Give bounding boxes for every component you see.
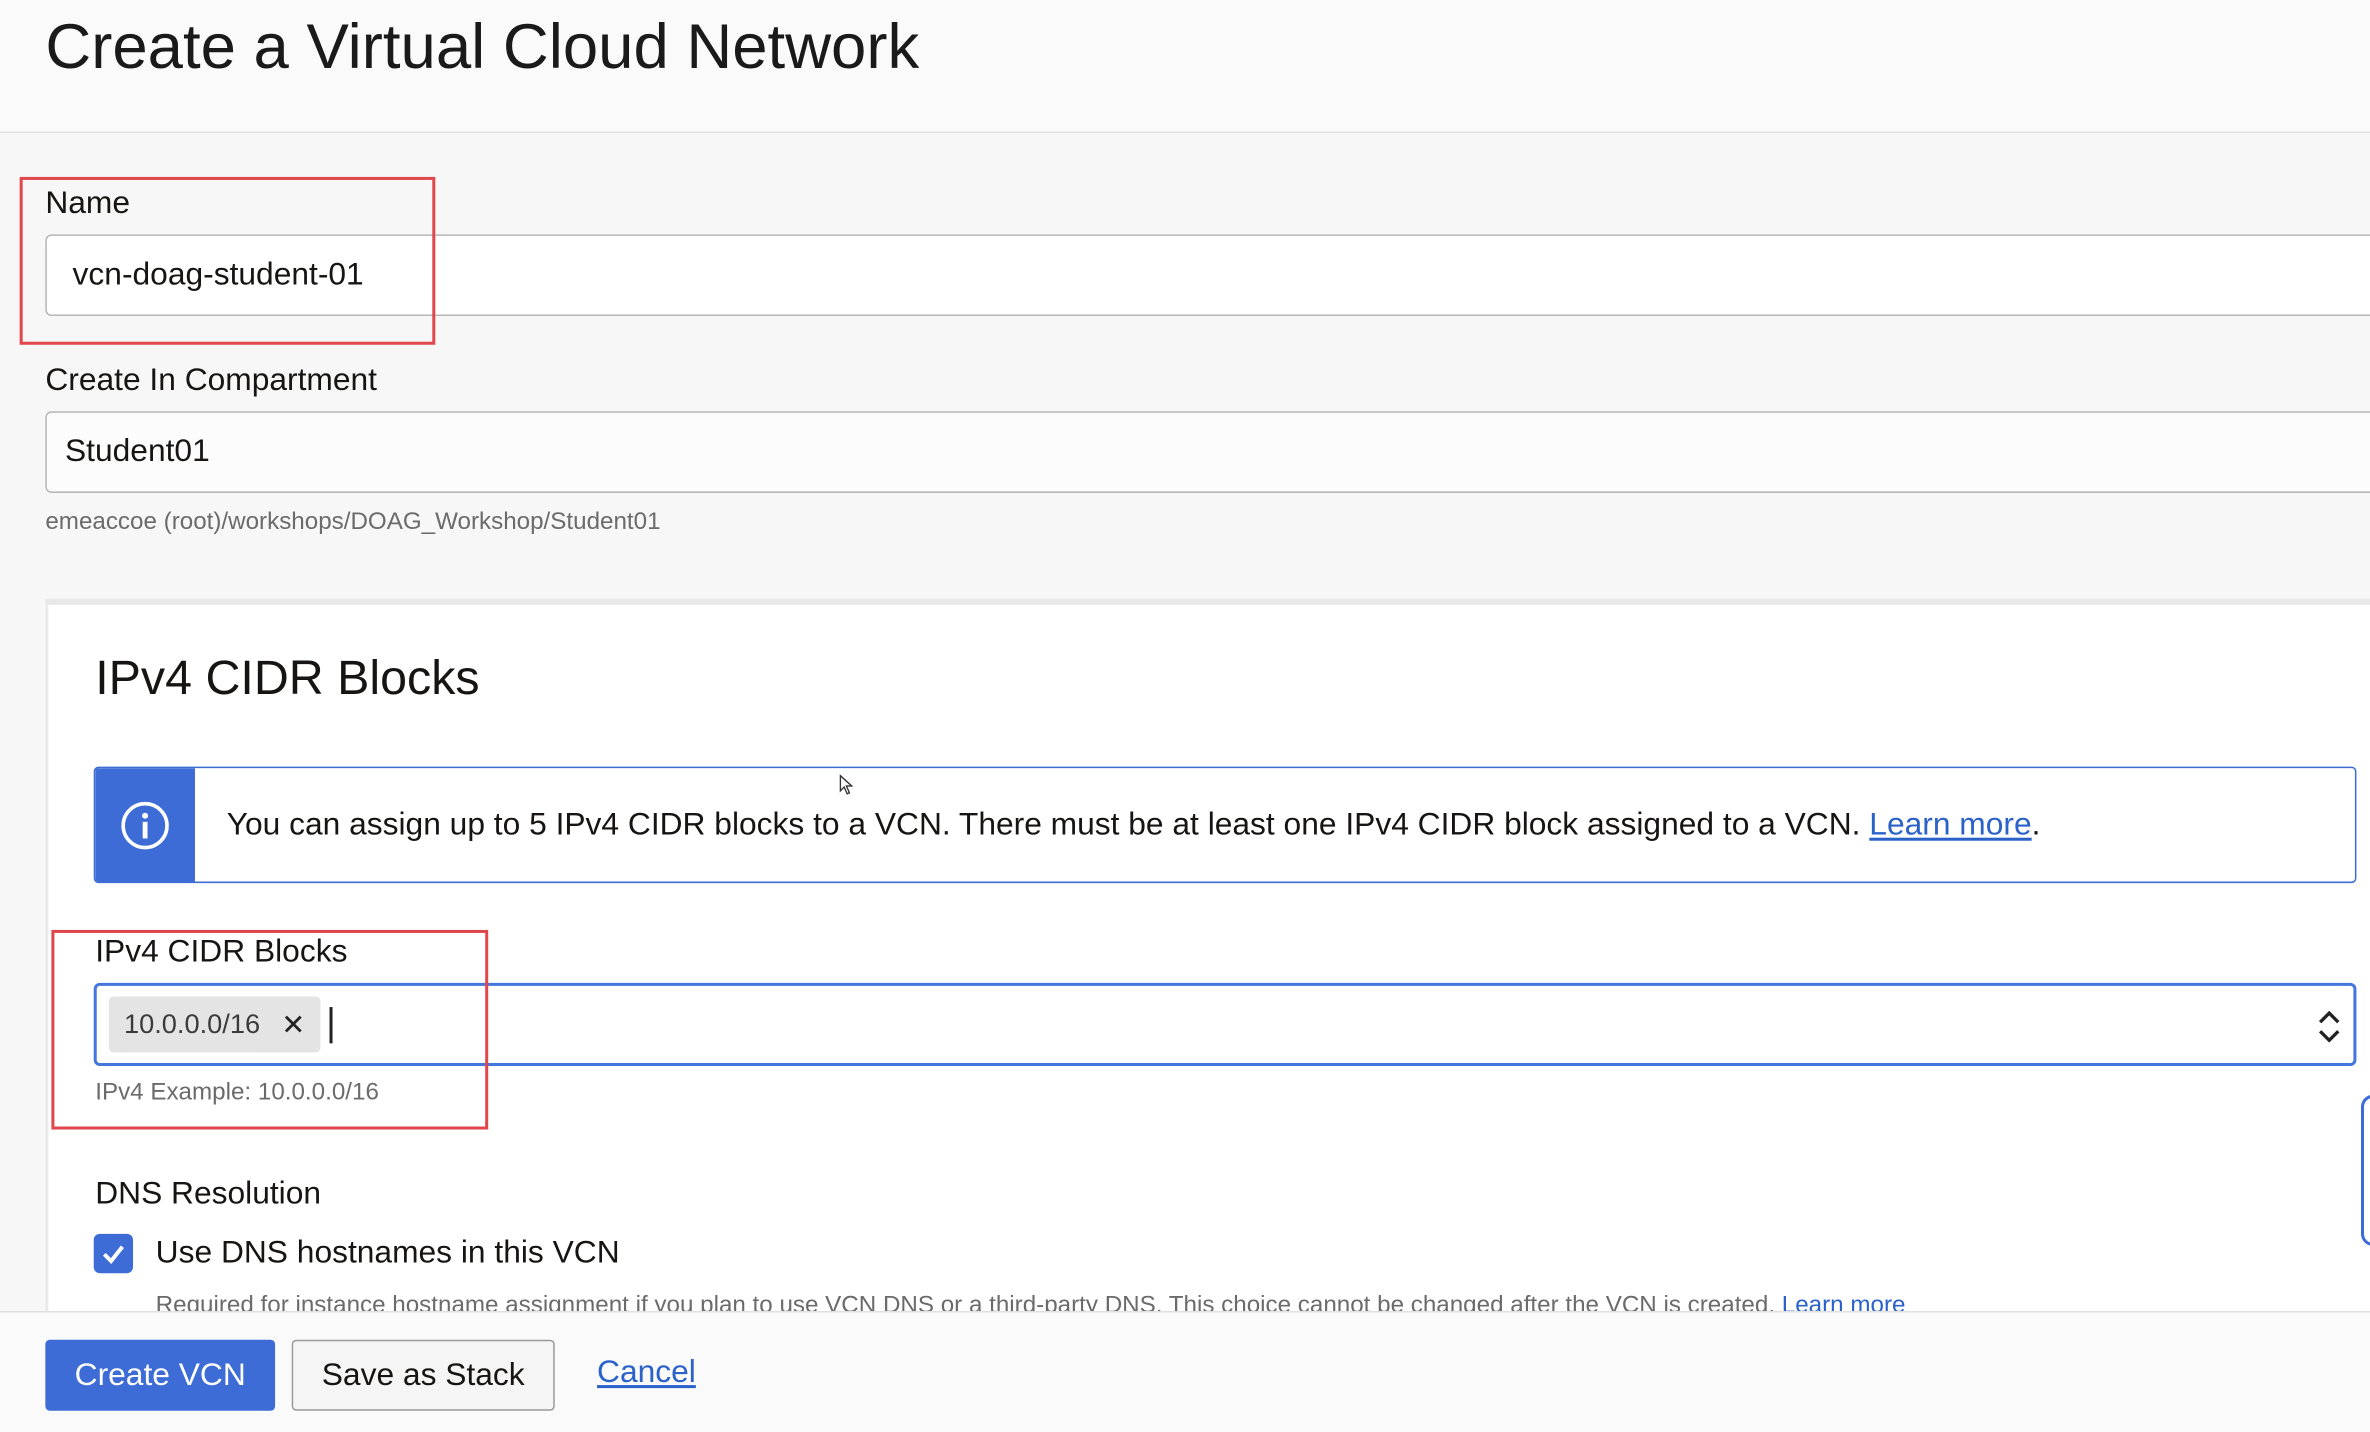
- checkmark-icon: [102, 1245, 124, 1265]
- mouse-cursor-icon: [839, 774, 854, 795]
- cidr-chip: 10.0.0.0/16 ✕: [108, 996, 321, 1053]
- info-banner: You can assign up to 5 IPv4 CIDR blocks …: [93, 766, 2357, 884]
- info-suffix: .: [2031, 806, 2041, 842]
- info-text: You can assign up to 5 IPv4 CIDR blocks …: [226, 806, 1861, 842]
- cidr-card: [45, 598, 2370, 1331]
- create-vcn-button[interactable]: Create VCN: [45, 1339, 276, 1411]
- cidr-field-label: IPv4 CIDR Blocks: [95, 934, 348, 970]
- dns-checkbox[interactable]: [93, 1233, 134, 1274]
- compartment-select-value: Student01: [64, 433, 210, 469]
- cidr-example: IPv4 Example: 10.0.0.0/16: [95, 1079, 379, 1106]
- compartment-select[interactable]: Student01: [45, 411, 2370, 493]
- chevron-up-down-icon[interactable]: [2314, 1006, 2344, 1048]
- cancel-link[interactable]: Cancel: [597, 1355, 696, 1391]
- create-vcn-panel: Create a Virtual Cloud Network Name vcn-…: [0, 0, 2370, 1432]
- cidr-section-title: IPv4 CIDR Blocks: [95, 650, 480, 705]
- dns-label: DNS Resolution: [95, 1176, 322, 1212]
- compartment-path: emeaccoe (root)/workshops/DOAG_Workshop/…: [45, 509, 661, 536]
- info-icon-container: [95, 768, 195, 882]
- info-circle-icon: [121, 801, 169, 849]
- compartment-label: Create In Compartment: [45, 362, 378, 398]
- side-handle[interactable]: [2360, 1094, 2370, 1246]
- cidr-input[interactable]: 10.0.0.0/16 ✕: [93, 982, 2357, 1067]
- close-icon[interactable]: ✕: [281, 1009, 305, 1044]
- dns-checkbox-label[interactable]: Use DNS hostnames in this VCN: [156, 1235, 620, 1271]
- name-label: Name: [45, 185, 131, 221]
- save-as-stack-button[interactable]: Save as Stack: [291, 1339, 555, 1411]
- info-message: You can assign up to 5 IPv4 CIDR blocks …: [195, 768, 2041, 881]
- name-input-value: vcn-doag-student-01: [72, 257, 364, 292]
- text-caret: [329, 1007, 333, 1044]
- page-title: Create a Virtual Cloud Network: [45, 10, 920, 82]
- info-learn-more-link[interactable]: Learn more: [1869, 807, 2031, 843]
- name-input[interactable]: vcn-doag-student-01: [45, 234, 2370, 317]
- cidr-chip-value: 10.0.0.0/16: [123, 1008, 261, 1039]
